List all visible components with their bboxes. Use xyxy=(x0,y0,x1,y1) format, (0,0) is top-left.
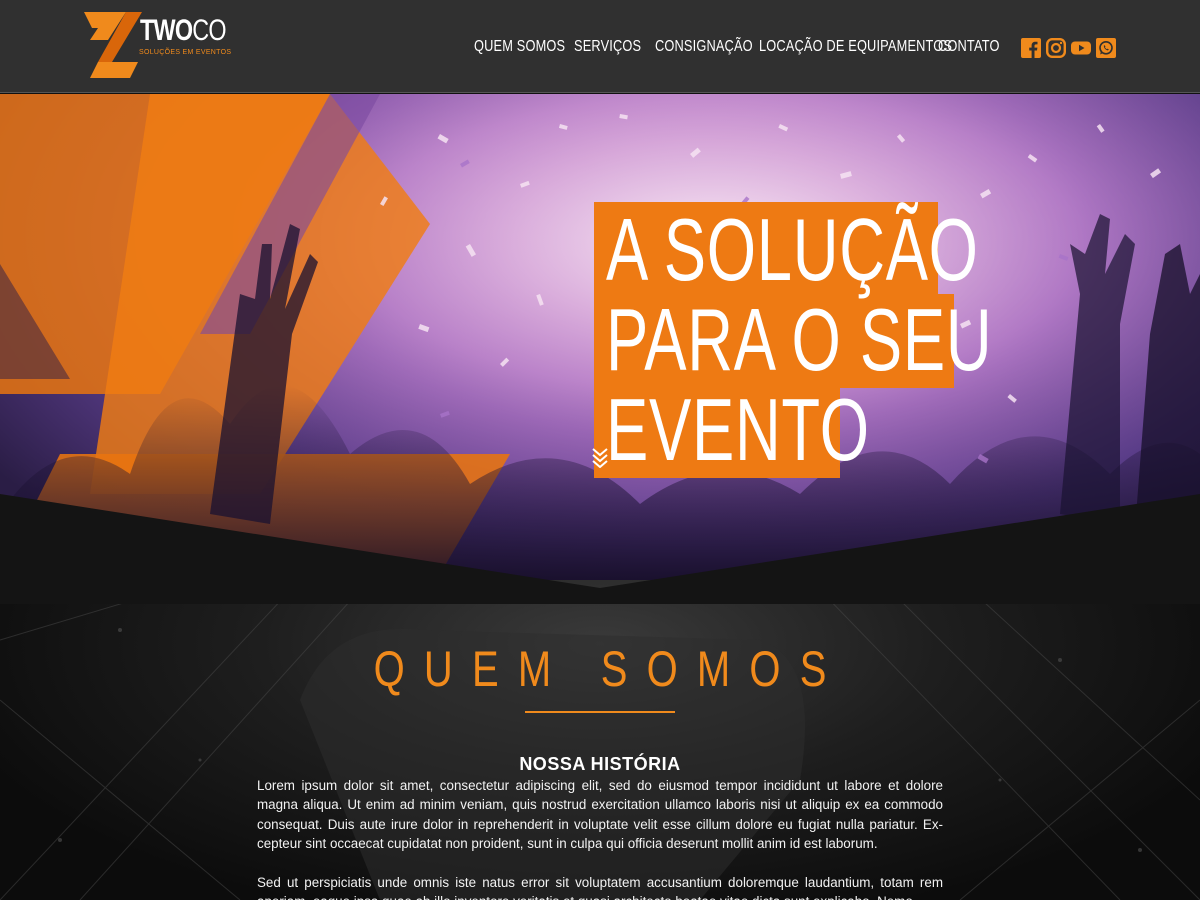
hero-line-2: PARA O SEU xyxy=(606,290,993,389)
nav-item-servicos[interactable]: SERVIÇOS xyxy=(574,38,641,56)
youtube-icon[interactable] xyxy=(1071,38,1091,58)
instagram-icon[interactable] xyxy=(1046,38,1066,58)
hero-line-3: EVENTO xyxy=(606,380,870,479)
nav-item-consignacao[interactable]: CONSIGNAÇÃO xyxy=(655,38,753,56)
hero-line-1: A SOLUÇÃO xyxy=(606,200,979,299)
logo[interactable]: TWOCO SOLUÇÕES EM EVENTOS xyxy=(82,10,231,80)
chevron-double-down-icon[interactable] xyxy=(590,446,610,468)
hero-section-divider xyxy=(0,494,1200,604)
about-paragraph: Lorem ipsum dolor sit amet, consectetur … xyxy=(257,778,943,851)
nav-item-locacao[interactable]: LOCAÇÃO DE EQUIPAMENTOS xyxy=(759,38,952,56)
nav-item-contato[interactable]: CONTATO xyxy=(938,38,1000,56)
section-title: QUEM SOMOS xyxy=(373,641,846,697)
nav-item-quem-somos[interactable]: QUEM SOMOS xyxy=(474,38,565,56)
about-paragraph: Sed ut perspiciatis unde omnis iste natu… xyxy=(257,875,943,900)
whatsapp-icon[interactable] xyxy=(1096,38,1116,58)
facebook-icon[interactable] xyxy=(1021,38,1041,58)
about-section: QUEM SOMOS NOSSA HISTÓRIA Lorem ipsum do… xyxy=(0,580,1200,900)
logo-mark-icon xyxy=(84,12,142,78)
logo-tagline: SOLUÇÕES EM EVENTOS xyxy=(139,49,232,56)
logo-wordmark: TWOCO xyxy=(140,14,227,47)
site-header: TWOCO SOLUÇÕES EM EVENTOS QUEM SOMOS SER… xyxy=(0,0,1200,93)
section-title-underline xyxy=(525,711,675,713)
subsection-title: NOSSA HISTÓRIA xyxy=(519,754,681,774)
